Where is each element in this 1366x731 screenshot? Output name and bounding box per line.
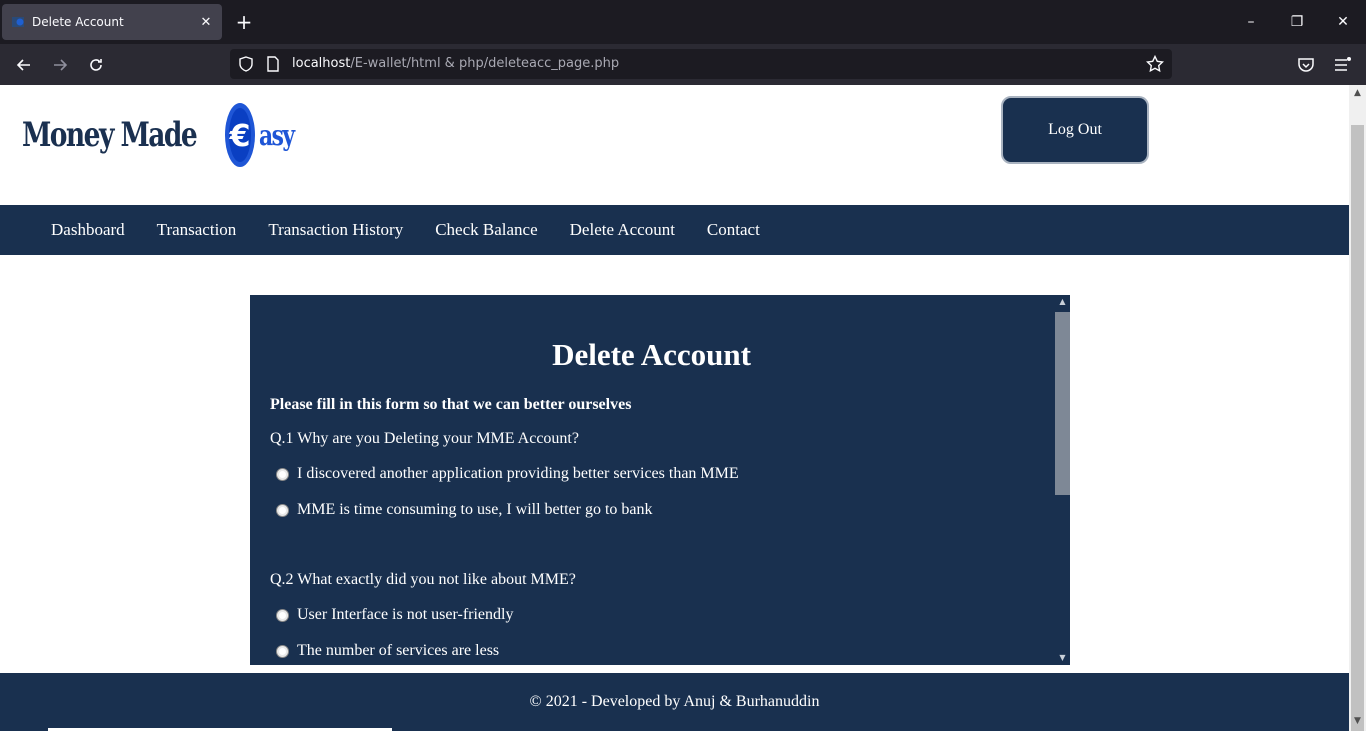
new-tab-icon[interactable]: + (234, 12, 254, 32)
delete-account-form: Delete Account Please fill in this form … (250, 295, 1070, 665)
site-logo[interactable]: Money Made € asy (22, 100, 304, 170)
logo-text: Money Made (22, 115, 198, 155)
reload-icon[interactable] (85, 54, 107, 76)
nav-delete-account[interactable]: Delete Account (554, 220, 691, 240)
svg-text:€: € (229, 119, 251, 154)
radio-button[interactable] (276, 644, 289, 658)
close-window-icon[interactable]: ✕ (1333, 12, 1353, 32)
browser-nav-bar: localhost/E-wallet/html & php/deleteacc_… (0, 44, 1366, 85)
page-scroll-up-icon[interactable]: ▲ (1349, 85, 1366, 101)
form-scrollbar[interactable]: ▲ ▼ (1053, 295, 1070, 665)
nav-transaction[interactable]: Transaction (141, 220, 253, 240)
nav-contact[interactable]: Contact (691, 220, 776, 240)
site-footer: © 2021 - Developed by Anuj & Burhanuddin (0, 673, 1349, 731)
main-nav: Dashboard Transaction Transaction Histor… (0, 205, 1349, 255)
option-label: User Interface is not user-friendly (297, 606, 514, 623)
page-viewport: Money Made € asy Log Out Dashboard Trans… (0, 85, 1349, 731)
url-path: /E-wallet/html & php/deleteacc_page.php (350, 56, 620, 71)
option-label: I discovered another application providi… (297, 465, 739, 482)
scroll-down-icon[interactable]: ▼ (1055, 651, 1070, 665)
q1-option-2[interactable]: MME is time consuming to use, I will bet… (276, 501, 653, 519)
address-bar[interactable]: localhost/E-wallet/html & php/deleteacc_… (230, 49, 1172, 79)
form-title: Delete Account (552, 337, 751, 372)
page-scrollbar[interactable]: ▲ ▼ (1349, 85, 1366, 731)
close-tab-icon[interactable]: ✕ (198, 15, 214, 30)
page-info-icon[interactable] (266, 56, 280, 72)
euro-logo-icon: € (225, 103, 256, 167)
browser-tab[interactable]: Delete Account ✕ (2, 4, 222, 40)
scroll-up-icon[interactable]: ▲ (1055, 295, 1070, 309)
question-2: Q.2 What exactly did you not like about … (270, 571, 576, 588)
back-icon[interactable] (13, 54, 35, 76)
question-1: Q.1 Why are you Deleting your MME Accoun… (270, 430, 579, 447)
q2-option-2[interactable]: The number of services are less (276, 642, 499, 660)
forward-icon[interactable] (49, 54, 71, 76)
nav-dashboard[interactable]: Dashboard (35, 220, 141, 240)
restore-icon[interactable]: ❐ (1287, 12, 1307, 32)
browser-tab-bar: Delete Account ✕ + – ❐ ✕ (0, 0, 1366, 44)
option-label: The number of services are less (297, 642, 500, 659)
form-scrollbar-thumb[interactable] (1055, 312, 1070, 495)
site-header: Money Made € asy Log Out (0, 85, 1349, 205)
form-intro: Please fill in this form so that we can … (270, 396, 632, 413)
tab-title: Delete Account (32, 15, 124, 29)
radio-button[interactable] (276, 503, 289, 517)
bookmark-star-icon[interactable] (1145, 54, 1165, 73)
pocket-icon[interactable] (1295, 54, 1317, 76)
url-text: localhost/E-wallet/html & php/deleteacc_… (292, 56, 619, 71)
logout-button[interactable]: Log Out (1001, 96, 1149, 164)
favicon-icon (10, 14, 26, 30)
nav-check-balance[interactable]: Check Balance (419, 220, 553, 240)
q1-option-1[interactable]: I discovered another application providi… (276, 465, 739, 483)
url-host: localhost (292, 56, 351, 71)
q2-option-1[interactable]: User Interface is not user-friendly (276, 606, 513, 624)
footer-text: © 2021 - Developed by Anuj & Burhanuddin (529, 693, 820, 710)
radio-button[interactable] (276, 608, 289, 622)
option-label: MME is time consuming to use, I will bet… (297, 501, 653, 518)
radio-button[interactable] (276, 467, 289, 481)
shield-icon[interactable] (238, 56, 254, 72)
logo-suffix: asy (259, 118, 295, 152)
menu-icon[interactable] (1331, 54, 1353, 76)
page-scrollbar-thumb[interactable] (1351, 125, 1364, 731)
minimize-icon[interactable]: – (1241, 12, 1261, 32)
page-scroll-down-icon[interactable]: ▼ (1349, 713, 1366, 729)
nav-transaction-history[interactable]: Transaction History (252, 220, 419, 240)
